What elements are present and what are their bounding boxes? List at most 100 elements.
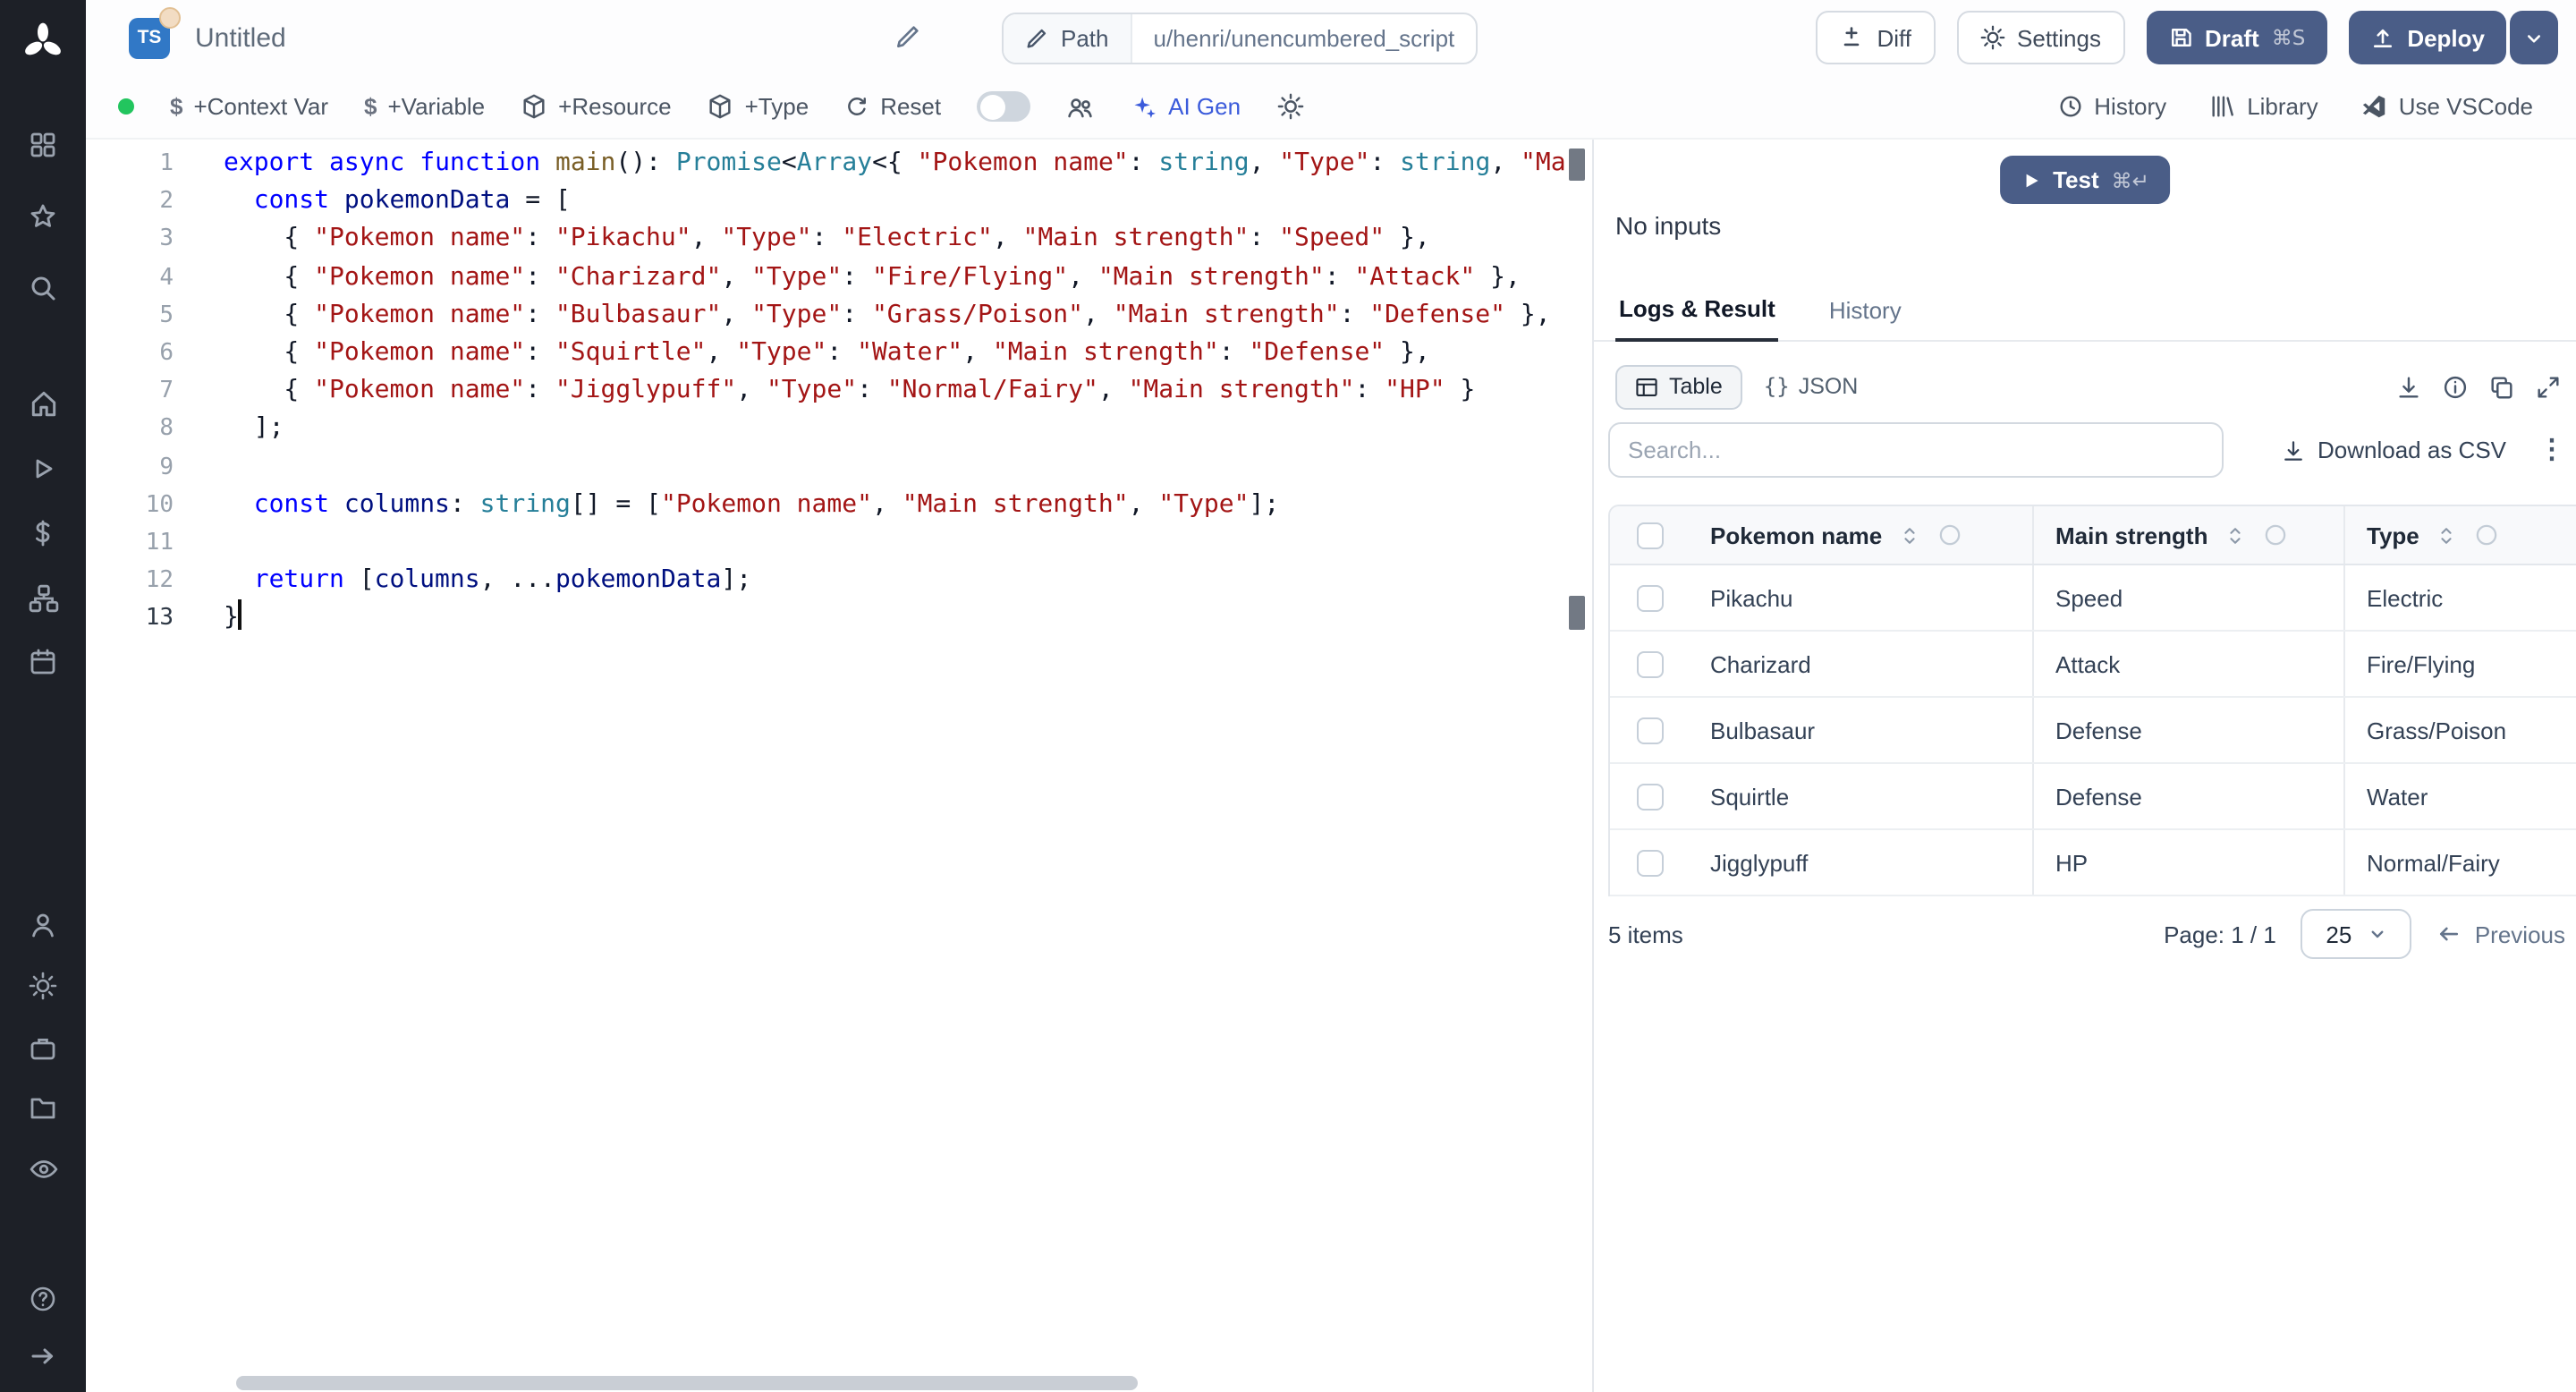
test-button[interactable]: Test ⌘↵: [1999, 156, 2171, 204]
add-type-button[interactable]: +Type: [708, 93, 809, 120]
row-checkbox[interactable]: [1636, 849, 1663, 876]
code-line[interactable]: ];: [224, 411, 1567, 448]
table-cell: Water: [2343, 764, 2576, 828]
view-table-toggle[interactable]: Table: [1615, 364, 1742, 409]
tab-logs-result[interactable]: Logs & Result: [1615, 295, 1779, 342]
table-row[interactable]: Pikachu Speed Electric: [1610, 565, 2576, 632]
variables-dollar-icon[interactable]: [0, 506, 86, 560]
flows-icon[interactable]: [0, 571, 86, 624]
row-checkbox[interactable]: [1636, 584, 1663, 611]
filter-circle-icon[interactable]: [2263, 522, 2288, 547]
user-icon[interactable]: [0, 898, 86, 952]
editor-settings-gear-icon[interactable]: [1276, 93, 1303, 120]
windmill-logo-icon[interactable]: [0, 16, 86, 70]
search-input[interactable]: [1608, 422, 2224, 478]
sort-icon[interactable]: [2224, 523, 2247, 547]
row-checkbox[interactable]: [1636, 783, 1663, 810]
table-row[interactable]: Charizard Attack Fire/Flying: [1610, 632, 2576, 698]
code-line[interactable]: const pokemonData = [: [224, 182, 1567, 220]
deploy-menu-button[interactable]: [2510, 11, 2558, 64]
view-json-label: JSON: [1798, 374, 1859, 399]
code-editor[interactable]: 1 2 3 4 5 6 7 8 9 10 11 12 13 export async function …: [86, 140, 1592, 1392]
diff-button[interactable]: Diff: [1816, 11, 1936, 64]
play-icon: [2021, 169, 2040, 191]
code-line[interactable]: { "Pokemon name": "Bulbasaur", "Type": "…: [224, 297, 1567, 335]
filter-circle-icon[interactable]: [1937, 522, 1962, 547]
tab-history[interactable]: History: [1826, 297, 1905, 340]
code-line[interactable]: const columns: string[] = ["Pokemon name…: [224, 486, 1567, 523]
home-icon[interactable]: [0, 376, 86, 429]
copy-icon[interactable]: [2488, 373, 2515, 400]
library-button[interactable]: Library: [2209, 93, 2318, 120]
code-line[interactable]: { "Pokemon name": "Charizard", "Type": "…: [224, 259, 1567, 296]
resource-label: +Resource: [558, 93, 672, 120]
column-header-pokemon-name[interactable]: Pokemon name: [1689, 506, 2032, 564]
code-line[interactable]: return [columns, ...pokemonData];: [224, 562, 1567, 599]
reset-button[interactable]: Reset: [844, 93, 941, 120]
main-area: TS Untitled Path u/henri/unencumbered_sc…: [86, 0, 2576, 1392]
add-context-var-button[interactable]: $ +Context Var: [170, 93, 328, 120]
settings-button[interactable]: Settings: [1956, 11, 2124, 64]
folders-icon[interactable]: [0, 1081, 86, 1134]
settings-gear-icon[interactable]: [0, 959, 86, 1013]
multiplayer-toggle[interactable]: [977, 91, 1031, 122]
select-all-checkbox[interactable]: [1636, 522, 1663, 548]
expand-icon[interactable]: [2535, 373, 2562, 400]
code-line[interactable]: { "Pokemon name": "Squirtle", "Type": "W…: [224, 335, 1567, 372]
info-icon[interactable]: [2442, 373, 2469, 400]
code-line[interactable]: [224, 524, 1567, 562]
library-label: Library: [2247, 93, 2318, 120]
collapse-arrow-icon[interactable]: [0, 1329, 86, 1383]
apps-grid-icon[interactable]: [0, 118, 86, 172]
workers-briefcase-icon[interactable]: [0, 1022, 86, 1075]
path-chip[interactable]: Path u/henri/unencumbered_script: [1002, 13, 1479, 64]
view-json-toggle[interactable]: {} JSON: [1757, 374, 1866, 399]
draft-button[interactable]: Draft ⌘S: [2146, 11, 2327, 64]
table-header-row: Pokemon name Main strength Type: [1610, 506, 2576, 565]
edit-title-pencil-icon[interactable]: [894, 23, 921, 50]
code-line[interactable]: { "Pokemon name": "Pikachu", "Type": "El…: [224, 221, 1567, 259]
schedules-calendar-icon[interactable]: [0, 635, 86, 689]
run-panel: Test ⌘↵ No inputs Logs & Result History …: [1592, 140, 2576, 1392]
star-icon[interactable]: [0, 190, 86, 243]
sort-icon[interactable]: [1898, 523, 1921, 547]
code-line[interactable]: export async function main(): Promise<Ar…: [224, 145, 1567, 182]
filter-circle-icon[interactable]: [2475, 522, 2500, 547]
ai-gen-button[interactable]: AI Gen: [1131, 93, 1241, 120]
history-button[interactable]: History: [2056, 93, 2166, 120]
code-lines[interactable]: export async function main(): Promise<Ar…: [224, 145, 1567, 638]
search-icon[interactable]: [0, 261, 86, 315]
arrow-left-icon: [2437, 921, 2462, 946]
path-edit-button[interactable]: Path: [1004, 14, 1132, 63]
download-csv-button[interactable]: Download as CSV: [2280, 437, 2506, 463]
code-line[interactable]: }: [224, 599, 1567, 638]
audit-eye-icon[interactable]: [0, 1142, 86, 1195]
text-cursor: [238, 599, 242, 631]
pencil-icon: [1025, 27, 1048, 50]
runs-play-icon[interactable]: [0, 442, 86, 496]
table-row[interactable]: Jigglypuff HP Normal/Fairy: [1610, 830, 2576, 896]
download-icon[interactable]: [2395, 373, 2422, 400]
deploy-button[interactable]: Deploy: [2348, 11, 2506, 64]
sort-icon[interactable]: [2436, 523, 2459, 547]
kebab-menu-icon[interactable]: ⋮: [2538, 437, 2565, 463]
use-vscode-button[interactable]: Use VSCode: [2361, 93, 2533, 120]
previous-page-button[interactable]: Previous: [2437, 921, 2565, 947]
column-header-main-strength[interactable]: Main strength: [2032, 506, 2343, 564]
table-controls: Download as CSV ⋮: [1608, 422, 2565, 478]
help-icon[interactable]: [0, 1272, 86, 1326]
code-line[interactable]: [224, 448, 1567, 486]
column-header-type[interactable]: Type: [2343, 506, 2576, 564]
add-resource-button[interactable]: +Resource: [521, 93, 672, 120]
collaborators-icon[interactable]: [1066, 92, 1095, 121]
diff-icon: [1840, 25, 1865, 50]
table-row[interactable]: Squirtle Defense Water: [1610, 764, 2576, 830]
code-line[interactable]: { "Pokemon name": "Jigglypuff", "Type": …: [224, 372, 1567, 410]
download-icon: [2280, 437, 2305, 463]
row-checkbox[interactable]: [1636, 717, 1663, 743]
add-variable-button[interactable]: $ +Variable: [364, 93, 485, 120]
row-checkbox[interactable]: [1636, 650, 1663, 677]
table-row[interactable]: Bulbasaur Defense Grass/Poison: [1610, 698, 2576, 764]
horizontal-scrollbar[interactable]: [236, 1376, 1138, 1390]
page-size-select[interactable]: 25: [2301, 909, 2412, 959]
